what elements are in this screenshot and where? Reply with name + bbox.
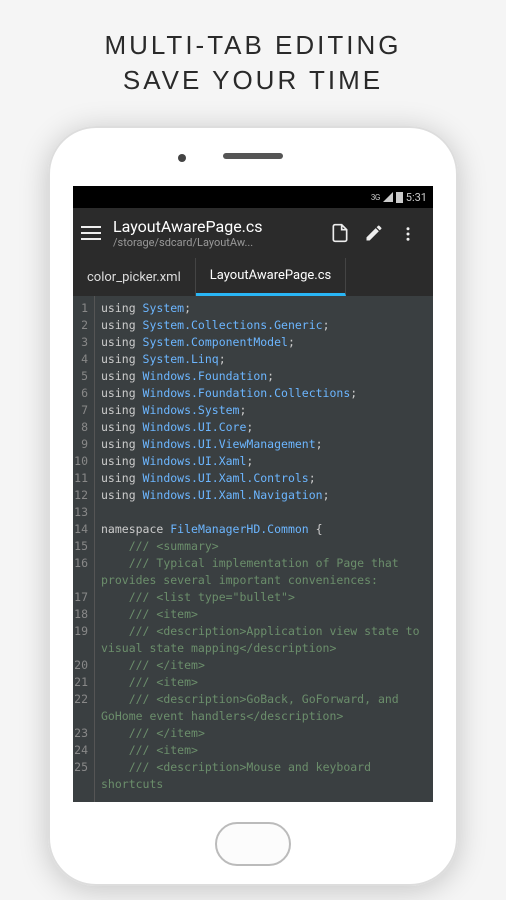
promo-line-2: SAVE YOUR TIME bbox=[104, 65, 401, 96]
code-line[interactable]: using System; bbox=[101, 300, 433, 317]
speaker-grille bbox=[223, 153, 283, 159]
code-editor[interactable]: 1234567891011121314151617181920212223242… bbox=[73, 296, 433, 802]
line-number: 4 bbox=[73, 351, 88, 368]
sensor-dot bbox=[178, 154, 186, 162]
code-content[interactable]: using System;using System.Collections.Ge… bbox=[95, 296, 433, 802]
line-number: 12 bbox=[73, 487, 88, 504]
file-title: LayoutAwarePage.cs bbox=[113, 217, 323, 236]
line-number: 20 bbox=[73, 657, 88, 674]
code-line[interactable]: using Windows.UI.Xaml.Navigation; bbox=[101, 487, 433, 504]
line-number: 22 bbox=[73, 691, 88, 725]
code-line[interactable]: /// </item> bbox=[101, 657, 433, 674]
new-file-button[interactable] bbox=[323, 223, 357, 244]
line-number: 10 bbox=[73, 453, 88, 470]
line-number: 16 bbox=[73, 555, 88, 589]
overflow-menu-button[interactable] bbox=[391, 223, 425, 243]
code-line[interactable]: using Windows.System; bbox=[101, 402, 433, 419]
code-line[interactable]: using Windows.Foundation.Collections; bbox=[101, 385, 433, 402]
line-number-gutter: 1234567891011121314151617181920212223242… bbox=[73, 296, 95, 802]
battery-icon bbox=[396, 192, 403, 203]
line-number: 7 bbox=[73, 402, 88, 419]
code-line[interactable]: /// <item> bbox=[101, 742, 433, 759]
code-line[interactable]: using Windows.UI.Xaml.Controls; bbox=[101, 470, 433, 487]
line-number: 1 bbox=[73, 300, 88, 317]
code-line[interactable]: /// <list type="bullet"> bbox=[101, 589, 433, 606]
line-number: 8 bbox=[73, 419, 88, 436]
menu-icon[interactable] bbox=[81, 226, 101, 240]
code-line[interactable]: using System.ComponentModel; bbox=[101, 334, 433, 351]
phone-earpiece-area bbox=[48, 126, 458, 186]
code-line[interactable]: /// <item> bbox=[101, 674, 433, 691]
code-line[interactable]: /// <summary> bbox=[101, 538, 433, 555]
code-line[interactable] bbox=[101, 504, 433, 521]
code-line[interactable]: /// Typical implementation of Page that … bbox=[101, 555, 433, 589]
code-line[interactable]: using Windows.UI.Core; bbox=[101, 419, 433, 436]
code-line[interactable]: /// </item> bbox=[101, 725, 433, 742]
code-line[interactable]: using System.Linq; bbox=[101, 351, 433, 368]
code-line[interactable]: /// <description>GoBack, GoForward, and … bbox=[101, 691, 433, 725]
code-line[interactable]: using Windows.Foundation; bbox=[101, 368, 433, 385]
code-line[interactable]: using Windows.UI.Xaml; bbox=[101, 453, 433, 470]
clock: 5:31 bbox=[406, 191, 427, 204]
tab-bar: color_picker.xmlLayoutAwarePage.cs bbox=[73, 258, 433, 296]
promo-line-1: MULTI-TAB EDITING bbox=[104, 30, 401, 61]
line-number: 21 bbox=[73, 674, 88, 691]
line-number: 19 bbox=[73, 623, 88, 657]
tab-0[interactable]: color_picker.xml bbox=[73, 258, 196, 296]
code-line[interactable]: /// <description>Application view state … bbox=[101, 623, 433, 657]
home-button[interactable] bbox=[215, 822, 291, 866]
line-number: 6 bbox=[73, 385, 88, 402]
file-path: /storage/sdcard/LayoutAw... bbox=[113, 236, 323, 249]
line-number: 2 bbox=[73, 317, 88, 334]
edit-button[interactable] bbox=[357, 223, 391, 244]
appbar-title-group: LayoutAwarePage.cs /storage/sdcard/Layou… bbox=[113, 217, 323, 249]
line-number: 17 bbox=[73, 589, 88, 606]
line-number: 5 bbox=[73, 368, 88, 385]
code-line[interactable]: using Windows.UI.ViewManagement; bbox=[101, 436, 433, 453]
signal-icon bbox=[383, 192, 393, 202]
code-line[interactable]: /// <item> bbox=[101, 606, 433, 623]
line-number: 13 bbox=[73, 504, 88, 521]
line-number: 11 bbox=[73, 470, 88, 487]
screen: 3G 5:31 LayoutAwarePage.cs /storage/sdca… bbox=[73, 186, 433, 802]
code-line[interactable]: using System.Collections.Generic; bbox=[101, 317, 433, 334]
line-number: 15 bbox=[73, 538, 88, 555]
line-number: 18 bbox=[73, 606, 88, 623]
line-number: 14 bbox=[73, 521, 88, 538]
line-number: 24 bbox=[73, 742, 88, 759]
line-number: 23 bbox=[73, 725, 88, 742]
line-number: 25 bbox=[73, 759, 88, 793]
promo-banner: MULTI-TAB EDITING SAVE YOUR TIME bbox=[104, 30, 401, 96]
app-bar: LayoutAwarePage.cs /storage/sdcard/Layou… bbox=[73, 208, 433, 258]
line-number: 9 bbox=[73, 436, 88, 453]
phone-frame: 3G 5:31 LayoutAwarePage.cs /storage/sdca… bbox=[48, 126, 458, 886]
line-number: 3 bbox=[73, 334, 88, 351]
network-label: 3G bbox=[371, 193, 380, 202]
status-bar: 3G 5:31 bbox=[73, 186, 433, 208]
code-line[interactable]: /// <description>Mouse and keyboard shor… bbox=[101, 759, 433, 793]
code-line[interactable]: namespace FileManagerHD.Common { bbox=[101, 521, 433, 538]
tab-1[interactable]: LayoutAwarePage.cs bbox=[196, 258, 347, 296]
